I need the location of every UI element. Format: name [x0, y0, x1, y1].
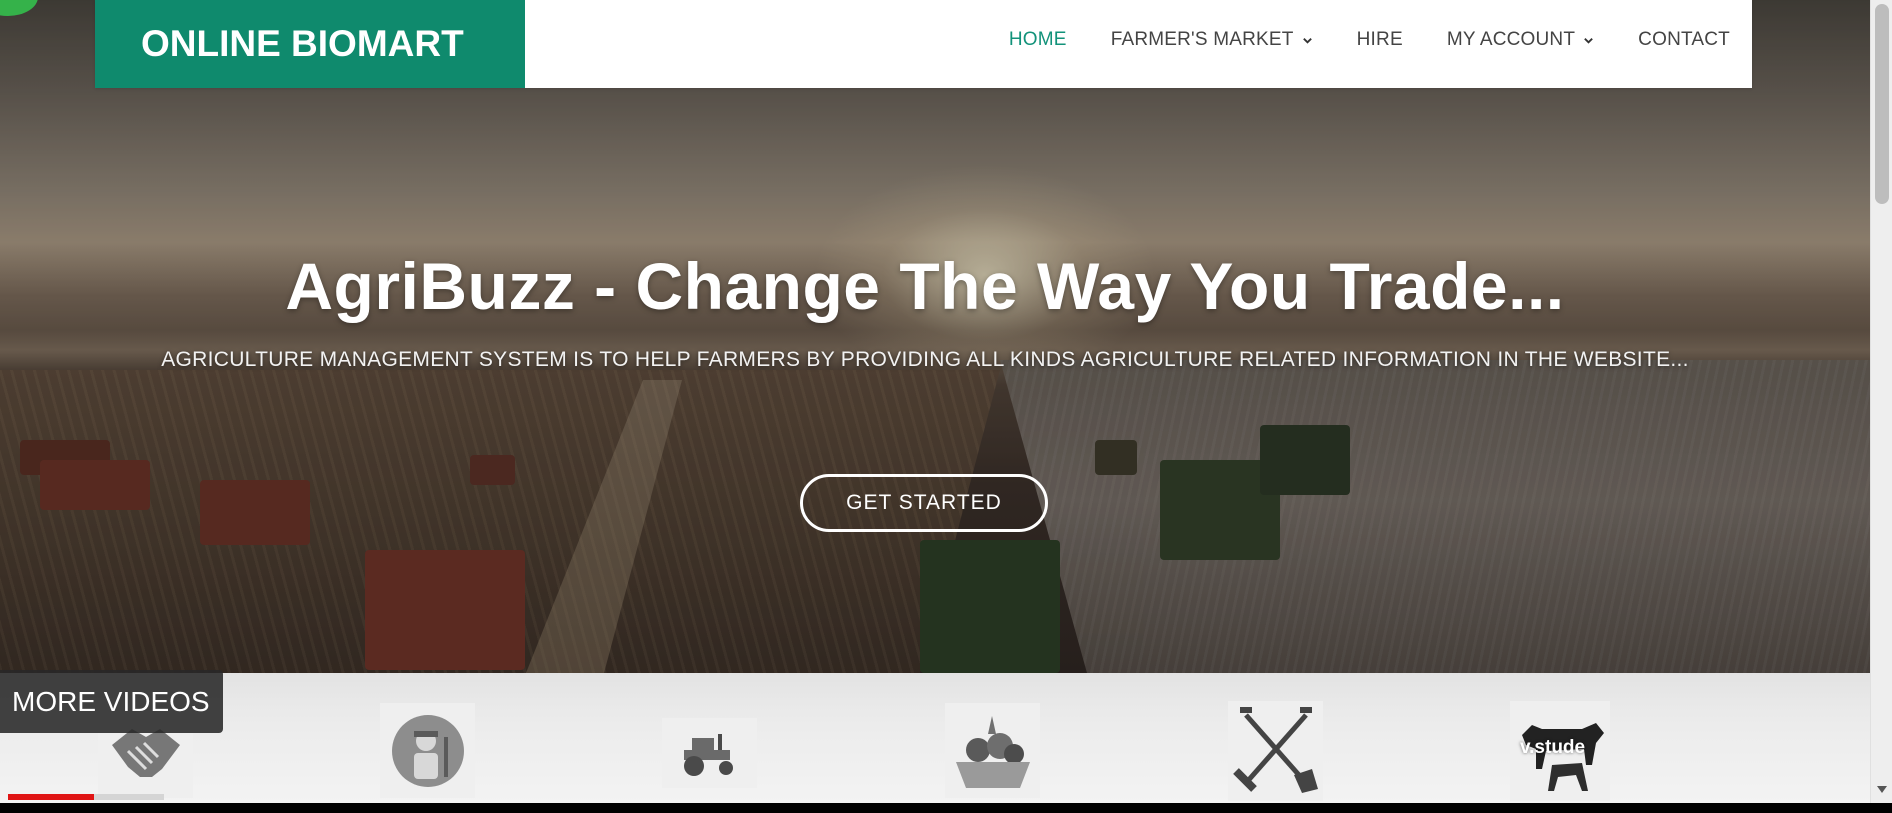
scrollbar-thumb[interactable] [1875, 4, 1889, 204]
nav-my-account-label: MY ACCOUNT [1446, 29, 1576, 50]
nav-contact[interactable]: CONTACT [1638, 29, 1730, 51]
nav-hire[interactable]: HIRE [1357, 29, 1403, 51]
nav-home[interactable]: HOME [1009, 29, 1067, 51]
hero-title: AgriBuzz - Change The Way You Trade... [285, 249, 1565, 323]
nav-farmers-market[interactable]: FARMER'S MARKET [1111, 29, 1313, 51]
hero-section: AgriBuzz - Change The Way You Trade... A… [0, 0, 1870, 673]
farmer-icon[interactable] [380, 703, 475, 798]
nav-contact-label: CONTACT [1638, 29, 1730, 50]
nav-farmers-market-label: FARMER'S MARKET [1110, 29, 1294, 50]
channel-watermark: v.stude [1520, 737, 1586, 758]
tractor-icon[interactable] [662, 718, 757, 788]
top-navbar: ONLINE BIOMART HOME FARMER'S MARKET HIRE… [95, 0, 1752, 88]
shovel-rake-icon[interactable] [1228, 701, 1323, 801]
hero-overlay [0, 0, 1870, 673]
more-videos-button[interactable]: MORE VIDEOS [0, 670, 223, 733]
nav-hire-label: HIRE [1356, 29, 1403, 50]
services-strip [0, 673, 1870, 803]
brand-logo[interactable]: ONLINE BIOMART [95, 0, 525, 88]
hero-subtitle: AGRICULTURE MANAGEMENT SYSTEM IS TO HELP… [161, 348, 1689, 371]
bottom-strip [0, 803, 1892, 813]
chevron-down-icon [1584, 37, 1593, 44]
nav-my-account[interactable]: MY ACCOUNT [1447, 29, 1594, 51]
video-progress-bar[interactable] [8, 794, 164, 800]
fruit-basket-icon[interactable] [945, 703, 1040, 798]
get-started-button[interactable]: GET STARTED [800, 474, 1048, 532]
video-progress-fill [8, 794, 94, 800]
vertical-scrollbar[interactable] [1870, 0, 1892, 803]
nav-home-label: HOME [1008, 29, 1067, 50]
main-nav: HOME FARMER'S MARKET HIRE MY ACCOUNT CON… [987, 0, 1752, 80]
scroll-down-arrow-icon[interactable] [1875, 783, 1889, 797]
page: AgriBuzz - Change The Way You Trade... A… [0, 0, 1892, 813]
chevron-down-icon [1302, 37, 1312, 44]
